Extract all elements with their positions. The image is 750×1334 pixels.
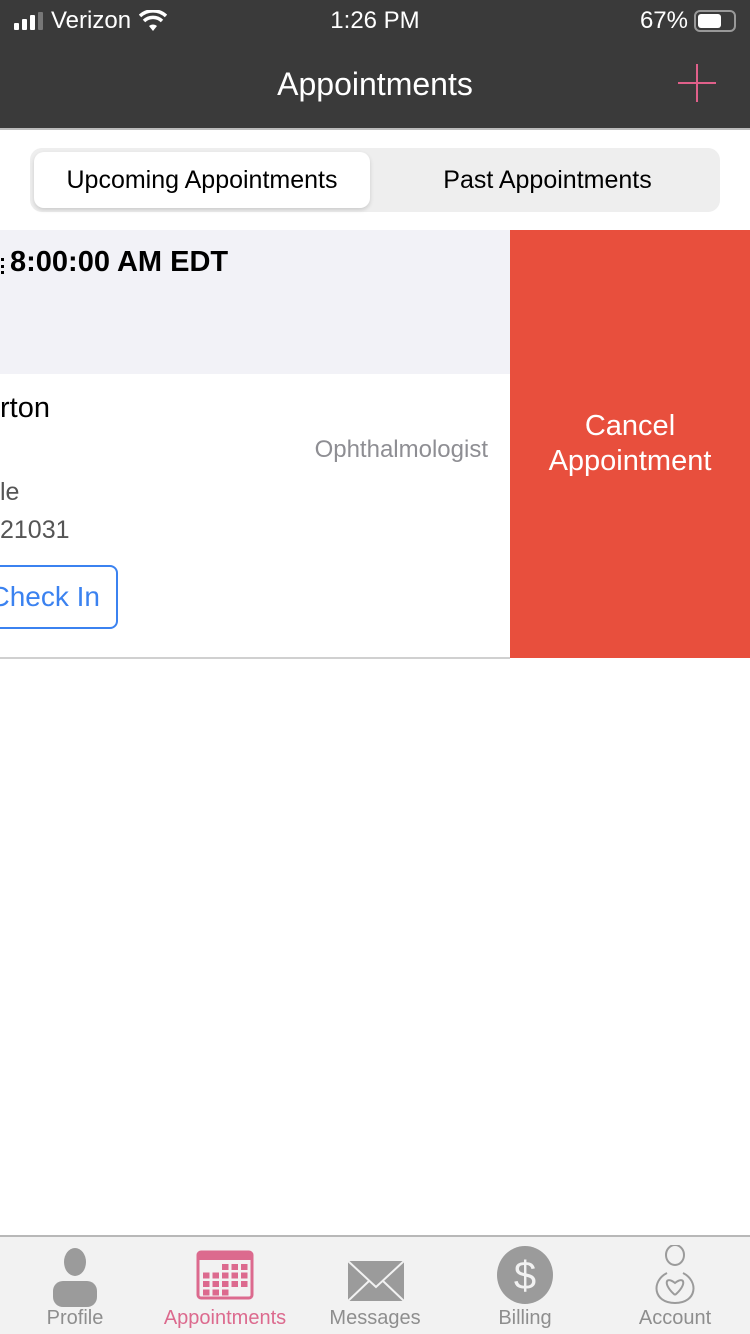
divider — [0, 128, 750, 130]
calendar-day-cell — [212, 1272, 219, 1279]
person-icon — [53, 1248, 97, 1307]
calendar-day-cell — [241, 1281, 248, 1287]
envelope-icon — [347, 1260, 405, 1302]
plus-icon[interactable] — [678, 64, 716, 102]
provider-specialty: Ophthalmologist — [314, 436, 488, 463]
clock: 1:26 PM — [330, 7, 420, 34]
calendar-day-cell — [231, 1281, 238, 1287]
calendar-day-cell — [203, 1281, 210, 1287]
battery-icon — [694, 10, 736, 32]
tab-past-appointments[interactable]: Past Appointments — [375, 152, 720, 208]
tab-label: Profile — [46, 1307, 104, 1329]
check-in-button[interactable]: Check In — [0, 565, 118, 629]
calendar-day-cell — [222, 1272, 229, 1279]
calendar-day-cell — [222, 1264, 229, 1270]
account-heart-icon — [655, 1245, 695, 1304]
nav-bar: Appointments — [0, 40, 750, 128]
provider-name: rton — [0, 392, 50, 424]
appointment-datetime: 8:00:00 AM EDT — [0, 246, 229, 278]
calendar-day-cell — [231, 1272, 238, 1279]
tab-label: Account — [638, 1307, 712, 1329]
dollar-icon: $ — [497, 1246, 553, 1304]
cancel-appointment-button[interactable]: Cancel Appointment — [510, 230, 750, 658]
segmented-control: Upcoming Appointments Past Appointments — [30, 148, 720, 212]
tab-label: Appointments — [163, 1307, 287, 1329]
tab-account[interactable]: Account — [600, 1237, 750, 1334]
tab-upcoming-appointments[interactable]: Upcoming Appointments — [34, 152, 370, 208]
calendar-day-cell — [231, 1264, 238, 1270]
calendar-icon — [196, 1250, 254, 1300]
tab-appointments[interactable]: Appointments — [150, 1237, 300, 1334]
tab-billing[interactable]: $ Billing — [450, 1237, 600, 1334]
calendar-day-cell — [212, 1281, 219, 1287]
calendar-day-cell — [222, 1281, 229, 1287]
calendar-day-cell — [222, 1289, 229, 1296]
appointment-card[interactable]: 8:00:00 AM EDT rton Ophthalmologist le 2… — [0, 230, 510, 659]
tab-messages[interactable]: Messages — [300, 1237, 450, 1334]
page-title: Appointments — [277, 66, 473, 102]
calendar-day-cell — [212, 1289, 219, 1296]
status-bar: Verizon 1:26 PM 67% — [0, 0, 750, 40]
svg-text:$: $ — [514, 1254, 536, 1298]
tab-label: Billing — [498, 1307, 552, 1329]
battery-percent: 67% — [639, 7, 688, 34]
tab-profile[interactable]: Profile — [0, 1237, 150, 1334]
appointment-header: 8:00:00 AM EDT — [0, 230, 510, 374]
address-line-2: 21031 — [0, 516, 70, 544]
calendar-day-cell — [203, 1272, 210, 1279]
address-line-1: le — [0, 478, 20, 506]
tab-bar: Profile Appointments Messages $ Billing … — [0, 1235, 750, 1334]
calendar-day-cell — [203, 1289, 210, 1296]
calendar-day-cell — [241, 1272, 248, 1279]
calendar-day-cell — [241, 1264, 248, 1270]
tab-label: Messages — [329, 1307, 421, 1329]
